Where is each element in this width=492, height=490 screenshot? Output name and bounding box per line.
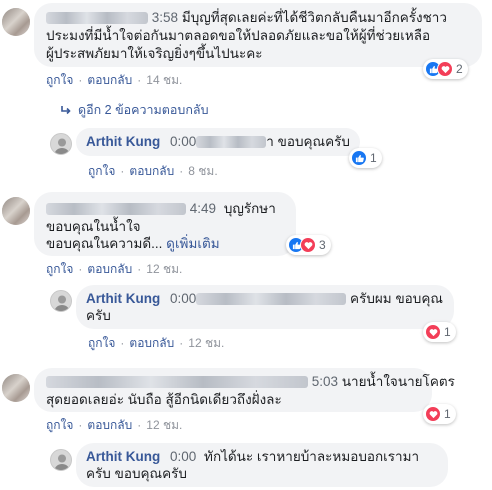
like-link[interactable]: ถูกใจ — [46, 418, 73, 432]
reply-actions: ถูกใจ · ตอบกลับ · 12 ชม. — [88, 336, 225, 350]
comment-text: ขอบคุณในน้ำใจ — [46, 219, 141, 234]
commenter-name-blurred[interactable] — [46, 203, 186, 216]
comment-age[interactable]: 12 ชม. — [146, 418, 182, 432]
comment-timestamp: 4:49 — [189, 201, 217, 216]
reply-text-blurred — [196, 293, 347, 306]
comment-age[interactable]: 12 ชม. — [146, 262, 182, 276]
comment-timestamp: 3:58 — [151, 10, 179, 25]
see-more-link[interactable]: ดูเพิ่มเติม — [166, 236, 219, 251]
reply-arrow-icon — [61, 106, 71, 115]
reply-actions: ถูกใจ · ตอบกลับ · 8 ชม. — [88, 164, 218, 178]
reaction-count: 2 — [456, 62, 463, 76]
reply-author-name[interactable]: Arthit Kung — [86, 291, 160, 306]
comment-age[interactable]: 14 ชม. — [146, 73, 182, 87]
reply-author-name[interactable]: Arthit Kung — [86, 134, 160, 149]
reaction-count: 1 — [444, 325, 451, 339]
reply-author-name[interactable]: Arthit Kung — [86, 449, 160, 464]
reply-timestamp: 0:00 — [170, 449, 197, 464]
commenter-avatar[interactable] — [2, 8, 30, 36]
comment-text: นายน้ำใจนายโคตร — [341, 374, 455, 389]
reply-text: ทักได้นะ เราหายบ้าละหมอบอกเรามา — [204, 449, 420, 464]
reply-avatar[interactable] — [50, 449, 72, 471]
reply-text: ครับผม ขอบคุณ — [350, 291, 443, 306]
like-icon — [351, 150, 367, 166]
comment-bubble: 3:58 มีบุญที่สุดเลยค่ะที่ได้ชีวิตกลับคืน… — [34, 3, 482, 67]
reaction-summary[interactable]: 1 — [349, 148, 382, 168]
reaction-summary[interactable]: 1 — [423, 404, 456, 424]
like-link[interactable]: ถูกใจ — [88, 164, 115, 178]
reply-bubble: Arthit Kung 0:00 า ขอบคุณครับ — [76, 128, 360, 156]
view-more-replies-label: ดูอีก 2 ข้อความตอบกลับ — [78, 103, 209, 117]
commenter-name-blurred[interactable] — [46, 12, 148, 25]
comment-actions: ถูกใจ · ตอบกลับ · 12 ชม. — [46, 418, 183, 432]
person-icon — [54, 454, 70, 470]
love-icon — [437, 61, 453, 77]
reply-link[interactable]: ตอบกลับ — [87, 418, 132, 432]
commenter-avatar[interactable] — [2, 374, 30, 402]
reply-timestamp: 0:00 — [170, 291, 197, 306]
reply-bubble: Arthit Kung 0:00 ทักได้นะ เราหายบ้าละหมอ… — [76, 443, 448, 487]
reaction-summary[interactable]: 1 — [423, 322, 456, 342]
reaction-count: 3 — [319, 238, 326, 252]
comment-text: ผู้ประสพภัยมาให้เจริญยิ่งๆขึ้นไปนะคะ — [46, 46, 263, 61]
like-link[interactable]: ถูกใจ — [46, 262, 73, 276]
comment-text: สุดยอดเลยอ่ะ นับถือ สู้อีกนิดเดียวถึงฝั่… — [46, 392, 282, 407]
like-link[interactable]: ถูกใจ — [46, 73, 73, 87]
comment-text: บุญรักษา — [223, 201, 276, 216]
comment-timestamp: 5:03 — [311, 374, 339, 389]
person-icon — [54, 295, 70, 311]
commenter-avatar[interactable] — [2, 197, 30, 225]
reply-link[interactable]: ตอบกลับ — [87, 73, 132, 87]
reply-text-blurred — [196, 136, 267, 149]
comment-bubble: 5:03 นายน้ำใจนายโคตร สุดยอดเลยอ่ะ นับถือ… — [34, 368, 455, 412]
reply-text: ครับ — [86, 308, 111, 323]
comment-text: มีบุญที่สุดเลยค่ะที่ได้ชีวิตกลับคืนมาอีก… — [181, 10, 447, 25]
commenter-name-blurred[interactable] — [46, 376, 308, 389]
comment-bubble: 4:49 บุญรักษา ขอบคุณในน้ำใจ ขอบคุณในความ… — [34, 192, 296, 256]
reply-age[interactable]: 12 ชม. — [188, 336, 224, 350]
reaction-count: 1 — [444, 407, 451, 421]
reply-avatar[interactable] — [50, 133, 72, 155]
reply-timestamp: 0:00 — [170, 134, 197, 149]
like-link[interactable]: ถูกใจ — [88, 336, 115, 350]
reply-text: า ขอบคุณครับ — [266, 134, 350, 149]
person-icon — [54, 138, 70, 154]
reply-link[interactable]: ตอบกลับ — [129, 164, 174, 178]
love-icon — [300, 237, 316, 253]
reaction-summary[interactable]: 2 — [423, 59, 468, 79]
comment-actions: ถูกใจ · ตอบกลับ · 14 ชม. — [46, 73, 183, 87]
view-more-replies[interactable]: ดูอีก 2 ข้อความตอบกลับ — [60, 100, 209, 120]
reply-link[interactable]: ตอบกลับ — [87, 262, 132, 276]
comment-actions: ถูกใจ · ตอบกลับ · 12 ชม. — [46, 262, 183, 276]
reply-bubble: Arthit Kung 0:00 ครับผม ขอบคุณ ครับ — [76, 285, 454, 329]
reply-avatar[interactable] — [50, 290, 72, 312]
love-icon — [425, 406, 441, 422]
comment-text: ขอบคุณในความดี... — [46, 236, 163, 251]
reply-link[interactable]: ตอบกลับ — [129, 336, 174, 350]
reaction-count: 1 — [370, 151, 377, 165]
comment-text: ประมงที่มีน้ำใจต่อกันมาตลอดขอให้ปลอดภัยแ… — [46, 28, 431, 43]
reply-text: ครับ ขอบคุณครับ — [86, 466, 187, 481]
reaction-summary[interactable]: 3 — [286, 235, 331, 255]
reply-age[interactable]: 8 ชม. — [188, 164, 217, 178]
love-icon — [425, 324, 441, 340]
